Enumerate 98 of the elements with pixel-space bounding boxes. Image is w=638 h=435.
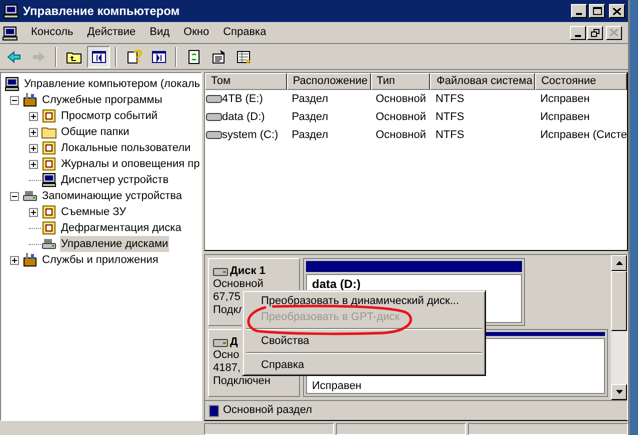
plus-icon [31,114,36,118]
toolbar-button[interactable] [87,46,110,68]
partition-name: data (D:) [312,278,362,291]
column-header[interactable]: Расположение [286,73,371,90]
table-cell-text: Основной [376,92,426,107]
close-icon [610,29,618,36]
window-icon [41,204,57,220]
tree-item[interactable]: Управление компьютером (локаль [22,76,201,92]
menu-item[interactable]: Окно [176,23,216,42]
plus-icon [31,146,36,150]
computer-icon[interactable] [2,24,18,40]
maximize-button[interactable] [589,4,605,18]
expand-toggle[interactable] [29,160,38,168]
toolbox-icon [22,92,38,108]
menu-item[interactable]: Вид [142,23,177,42]
tree-item[interactable]: Локальные пользователи [60,140,192,156]
menu-item[interactable]: Справка [216,23,274,42]
tree-item[interactable]: Журналы и оповещения пр [60,156,201,172]
table-cell-text: NTFS [435,92,464,107]
close-button[interactable] [609,4,625,18]
table-cell-text: Раздел [292,110,328,125]
expand-toggle[interactable] [10,96,19,104]
scroll-thumb[interactable] [611,271,627,331]
table-cell-text: 4TB (E:) [222,92,263,107]
scroll-up-button[interactable] [611,255,627,271]
tree-item[interactable]: Управление дисками [60,236,170,252]
minus-icon [12,98,17,102]
plus-icon [31,130,36,134]
menu-item[interactable]: Консоль [24,23,80,42]
table-cell-text: Раздел [292,128,328,143]
disk-info: Подключен [213,375,270,388]
column-header[interactable]: Том [205,73,287,90]
disk-name: Д [230,336,238,349]
tree-item[interactable]: Съемные ЗУ [60,204,128,220]
drive-icon [206,112,222,122]
disk-info: Основной [213,278,264,291]
table-cell-text: data (D:) [222,110,265,125]
window-title: Управление компьютером [23,3,181,20]
table-cell-text: Основной [376,110,426,125]
up-arrow-icon [616,261,622,265]
window-icon [41,156,57,172]
table-cell-text: Исправен (Систе [540,128,627,143]
restore-icon [590,28,600,36]
partition-info: Исправен [312,380,362,393]
expand-toggle[interactable] [10,192,19,200]
expand-toggle[interactable] [29,144,38,152]
column-header[interactable]: Тип [370,73,430,90]
table-cell-text: NTFS [435,128,464,143]
window-icon [41,108,57,124]
expand-toggle[interactable] [10,256,19,264]
tree-item[interactable]: Дефрагментация диска [60,220,182,236]
menu-item[interactable]: Преобразовать в динамический диск... [261,293,460,309]
expand-toggle[interactable] [29,208,38,216]
tree-item[interactable]: Запоминающие устройства [41,188,184,204]
legend-label: Основной раздел [223,403,312,418]
expand-toggle[interactable] [29,128,38,136]
table-cell-text: system (C:) [222,128,278,143]
scrollbar[interactable] [611,255,627,400]
disk-info: Осно [213,349,240,362]
close-button[interactable] [606,26,622,40]
menu-item[interactable]: Справка [261,357,304,373]
disk-drive-icon [22,188,38,204]
tree-item[interactable]: Общие папки [60,124,130,140]
plus-icon [12,258,17,262]
tree-item[interactable]: Служебные программы [41,92,164,108]
minus-icon [12,194,17,198]
column-header[interactable]: Файловая система [430,73,536,90]
tree-item[interactable]: Диспетчер устройств [60,172,170,188]
minimize-button[interactable] [571,4,587,18]
plus-icon [31,210,36,214]
disk-info: 4187, [213,362,241,375]
scroll-down-button[interactable] [611,384,627,400]
computer-icon [4,76,20,92]
menu-item[interactable]: Действие [80,23,143,42]
tree-item[interactable]: Просмотр событий [60,108,159,124]
plus-icon [31,162,36,166]
computer-icon [3,3,19,19]
table-cell-text: NTFS [435,110,464,125]
minimize-button[interactable] [570,26,586,40]
disk-info: 67,75 [213,291,241,304]
restore-button[interactable] [587,26,603,40]
drive-icon [206,130,222,140]
table-cell-text: Основной [376,128,426,143]
close-icon [613,8,621,14]
window-icon [41,220,57,236]
computer-icon [41,172,57,188]
disk-name: Диск 1 [230,265,266,278]
column-header[interactable]: Состояние [535,73,627,90]
tree-item[interactable]: Службы и приложения [41,252,160,268]
table-cell-text: Раздел [292,92,328,107]
drive-icon [206,94,222,104]
down-arrow-icon [616,390,622,394]
toolbox-icon [22,252,38,268]
table-cell-text: Исправен [540,110,590,125]
menu-item[interactable]: Свойства [261,333,310,349]
table-cell-text: Исправен [540,92,590,107]
expand-toggle[interactable] [29,112,38,120]
window-icon [41,140,57,156]
